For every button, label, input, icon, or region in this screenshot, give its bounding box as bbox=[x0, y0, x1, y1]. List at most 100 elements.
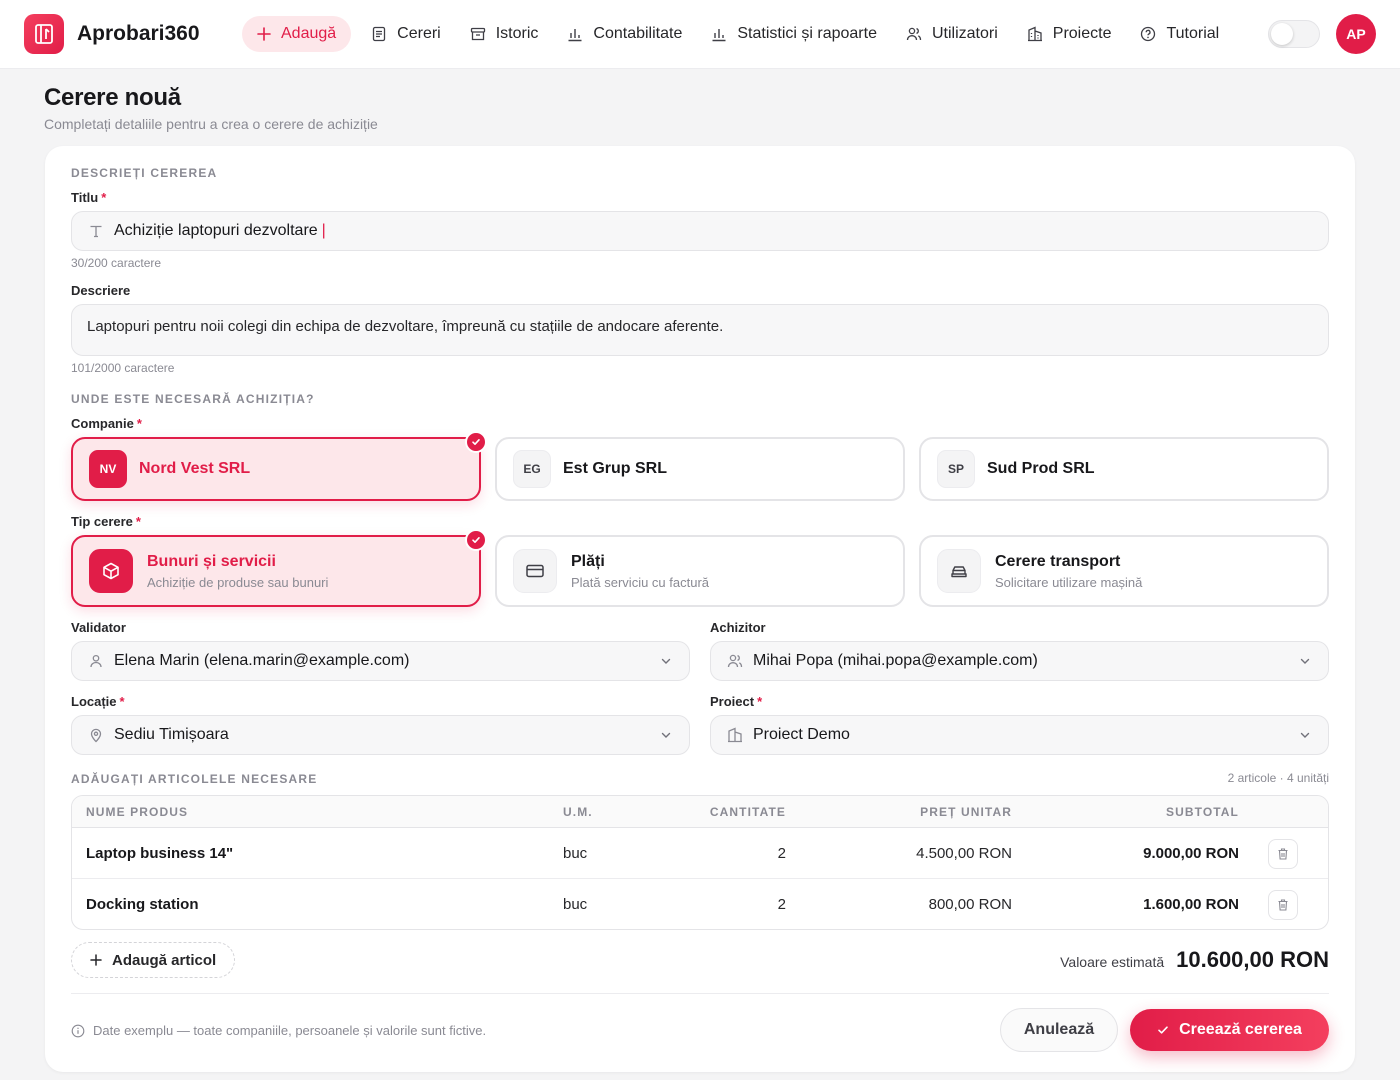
app-name: Aprobari360 bbox=[77, 22, 200, 45]
describe-section-heading: DESCRIEȚI CEREREA bbox=[71, 166, 218, 180]
chevron-down-icon bbox=[659, 728, 673, 742]
check-icon bbox=[1158, 1026, 1168, 1034]
company-name: Sud Prod SRL bbox=[987, 460, 1095, 477]
buyer-select[interactable]: Mihai Popa (mihai.popa@example.com) bbox=[710, 641, 1329, 681]
trash-icon bbox=[1278, 848, 1288, 860]
company-option-sud-prod[interactable]: SP Sud Prod SRL bbox=[919, 437, 1329, 501]
company-name: Nord Vest SRL bbox=[139, 460, 251, 477]
company-option-nord-vest[interactable]: NV Nord Vest SRL bbox=[71, 437, 481, 501]
chevron-down-icon bbox=[659, 654, 673, 668]
type-name: Cerere transport bbox=[995, 552, 1121, 570]
estimate-value: 10.600,00 RON bbox=[1176, 947, 1329, 972]
type-desc: Achiziție de produse sau bunuri bbox=[147, 574, 329, 590]
nav-add-button[interactable]: Adaugă bbox=[242, 16, 352, 52]
car-icon bbox=[937, 549, 981, 593]
nav-item-statistici[interactable]: Statistici și rapoarte bbox=[711, 16, 877, 52]
request-type-label: Tip cerere * bbox=[71, 514, 141, 529]
theme-toggle[interactable] bbox=[1268, 20, 1320, 48]
company-name: Est Grup SRL bbox=[563, 460, 668, 477]
footer-divider bbox=[71, 993, 1329, 994]
trash-icon bbox=[1278, 899, 1288, 911]
location-select[interactable]: Sediu Timișoara bbox=[71, 715, 690, 755]
nav-item-proiecte[interactable]: Proiecte bbox=[1027, 16, 1111, 52]
table-row: Laptop business 14" buc 2 4.500,00 RON 9… bbox=[72, 828, 1328, 879]
title-label: Titlu * bbox=[71, 190, 107, 205]
nav-item-istoric[interactable]: Istoric bbox=[470, 16, 539, 52]
item-price: 800,00 RON bbox=[928, 896, 1012, 913]
company-label: Companie * bbox=[71, 416, 142, 431]
add-item-label: Adaugă articol bbox=[112, 951, 217, 969]
building-icon bbox=[727, 727, 743, 743]
col-unit: U.M. bbox=[563, 805, 593, 819]
type-option-payments[interactable]: Plăți Plată serviciu cu factură bbox=[495, 535, 905, 607]
nav-item-label: Cereri bbox=[397, 25, 441, 42]
user-icon bbox=[88, 653, 104, 669]
type-desc: Solicitare utilizare mașină bbox=[995, 574, 1143, 590]
company-badge: NV bbox=[89, 450, 127, 488]
buyer-label: Achizitor bbox=[710, 620, 766, 635]
item-price: 4.500,00 RON bbox=[916, 845, 1012, 862]
plus-icon bbox=[257, 27, 271, 41]
info-icon bbox=[71, 1024, 85, 1037]
type-option-transport[interactable]: Cerere transport Solicitare utilizare ma… bbox=[919, 535, 1329, 607]
estimate-block: Valoare estimată 10.600,00 RON bbox=[1060, 947, 1329, 973]
document-icon bbox=[373, 26, 386, 42]
nav-item-cereri[interactable]: Cereri bbox=[371, 16, 441, 52]
plus-icon bbox=[90, 954, 102, 966]
project-label: Proiect * bbox=[710, 694, 763, 709]
sample-data-text: Date exemplu — toate companiile, persoan… bbox=[93, 1023, 487, 1038]
item-qty: 2 bbox=[777, 896, 786, 913]
type-name: Plăți bbox=[571, 552, 605, 570]
main-nav: Adaugă Cereri Istoric Contabilitate Stat… bbox=[242, 16, 1248, 52]
item-subtotal: 1.600,00 RON bbox=[1143, 896, 1239, 913]
top-bar: Aprobari360 Adaugă Cereri Istoric Contab… bbox=[0, 0, 1400, 69]
type-name: Bunuri și servicii bbox=[147, 552, 276, 570]
nav-item-utilizatori[interactable]: Utilizatori bbox=[906, 16, 998, 52]
item-subtotal: 9.000,00 RON bbox=[1143, 845, 1239, 862]
users-icon bbox=[727, 653, 743, 669]
selected-check-icon bbox=[465, 529, 487, 551]
project-select[interactable]: Proiect Demo bbox=[710, 715, 1329, 755]
create-request-label: Creează cererea bbox=[1179, 1021, 1302, 1038]
app-logo[interactable] bbox=[24, 14, 64, 54]
location-label: Locație * bbox=[71, 694, 125, 709]
company-option-est-grup[interactable]: EG Est Grup SRL bbox=[495, 437, 905, 501]
items-summary: 2 articole · 4 unități bbox=[1227, 771, 1329, 785]
title-value: Achiziție laptopuri dezvoltare bbox=[114, 222, 318, 239]
col-qty: CANTITATE bbox=[709, 805, 786, 819]
chevron-down-icon bbox=[1298, 654, 1312, 668]
where-section-heading: UNDE ESTE NECESARĂ ACHIZIȚIA? bbox=[71, 392, 315, 406]
bar-chart-icon bbox=[568, 29, 582, 42]
type-desc: Plată serviciu cu factură bbox=[571, 574, 710, 590]
add-item-button[interactable]: Adaugă articol bbox=[71, 942, 236, 978]
bar-chart-icon bbox=[712, 29, 726, 42]
items-section-heading: ADĂUGAȚI ARTICOLELE NECESARE bbox=[71, 772, 318, 786]
building-icon bbox=[1027, 26, 1042, 42]
credit-card-icon bbox=[513, 549, 557, 593]
nav-item-label: Istoric bbox=[495, 25, 539, 42]
text-caret: | bbox=[321, 222, 326, 239]
nav-item-label: Statistici și rapoarte bbox=[737, 25, 877, 42]
create-request-button[interactable]: Creează cererea bbox=[1130, 1009, 1329, 1051]
company-badge: EG bbox=[513, 450, 551, 488]
logo-icon bbox=[35, 24, 53, 44]
type-option-goods[interactable]: Bunuri și servicii Achiziție de produse … bbox=[71, 535, 481, 607]
validator-select[interactable]: Elena Marin (elena.marin@example.com) bbox=[71, 641, 690, 681]
nav-add-label: Adaugă bbox=[281, 25, 337, 42]
user-avatar[interactable]: AP bbox=[1336, 14, 1376, 54]
description-textarea[interactable]: Laptopuri pentru noii colegi din echipa … bbox=[71, 304, 1329, 356]
col-subtotal: SUBTOTAL bbox=[1165, 805, 1239, 819]
delete-row-button[interactable] bbox=[1268, 839, 1298, 869]
nav-item-contabilitate[interactable]: Contabilitate bbox=[567, 16, 682, 52]
description-label: Descriere bbox=[71, 283, 131, 298]
nav-item-label: Contabilitate bbox=[593, 25, 683, 42]
selected-check-icon bbox=[465, 431, 487, 453]
title-input[interactable]: Achiziție laptopuri dezvoltare | bbox=[71, 211, 1329, 251]
map-pin-icon bbox=[88, 727, 104, 743]
delete-row-button[interactable] bbox=[1268, 890, 1298, 920]
item-name: Docking station bbox=[86, 896, 199, 913]
nav-item-tutorial[interactable]: Tutorial bbox=[1140, 16, 1219, 52]
company-badge: SP bbox=[937, 450, 975, 488]
sample-data-note: Date exemplu — toate companiile, persoan… bbox=[71, 1023, 486, 1038]
cancel-button[interactable]: Anulează bbox=[1000, 1008, 1118, 1052]
